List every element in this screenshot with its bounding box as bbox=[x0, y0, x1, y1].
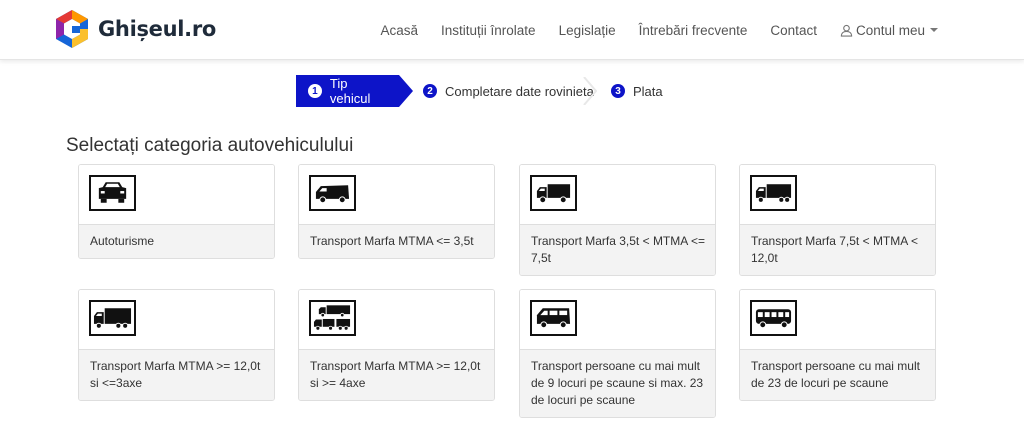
page-title: Selectați categoria autovehiculului bbox=[66, 135, 354, 156]
heavy-truck-icon bbox=[89, 300, 136, 336]
card-icon-area bbox=[740, 290, 935, 350]
step-completare-date: 2 Completare date rovinieta bbox=[399, 75, 603, 107]
category-label: Transport Marfa 7,5t < MTMA < 12,0t bbox=[740, 225, 935, 275]
nav-link-contact[interactable]: Contact bbox=[770, 23, 817, 38]
truck-trailer-icon bbox=[309, 300, 356, 336]
category-label: Transport Marfa MTMA <= 3,5t bbox=[299, 225, 494, 258]
card-icon-area bbox=[79, 290, 274, 350]
account-menu-dropdown[interactable]: Contul meu bbox=[840, 23, 938, 38]
category-label: Transport persoane cu mai mult de 23 de … bbox=[740, 350, 935, 400]
top-navbar: Ghișeul.ro Acasă Instituții înrolate Leg… bbox=[0, 0, 1024, 60]
card-icon-area bbox=[740, 165, 935, 225]
step-number: 1 bbox=[308, 84, 322, 98]
progress-stepper: 1 Tip vehicul 2 Completare date roviniet… bbox=[296, 75, 663, 107]
step-label: Tip vehicul bbox=[329, 76, 371, 106]
nav-link-acasa[interactable]: Acasă bbox=[380, 23, 418, 38]
category-label: Autoturisme bbox=[79, 225, 274, 258]
step-number: 3 bbox=[611, 84, 625, 98]
small-truck-icon bbox=[530, 175, 577, 211]
ghiseul-logo-icon bbox=[56, 10, 88, 48]
caret-down-icon bbox=[930, 28, 938, 32]
nav-link-intrebari[interactable]: Întrebări frecvente bbox=[639, 23, 748, 38]
category-card-autoturisme[interactable]: Autoturisme bbox=[78, 164, 275, 259]
category-card-marfa-3-5-7-5t[interactable]: Transport Marfa 3,5t < MTMA <= 7,5t bbox=[519, 164, 716, 276]
card-icon-area bbox=[520, 290, 715, 350]
user-icon bbox=[840, 24, 853, 37]
brand-logo-link[interactable]: Ghișeul.ro bbox=[54, 9, 216, 49]
category-card-persoane-23plus[interactable]: Transport persoane cu mai mult de 23 de … bbox=[739, 289, 936, 401]
category-card-persoane-9-23[interactable]: Transport persoane cu mai mult de 9 locu… bbox=[519, 289, 716, 418]
nav-link-legislatie[interactable]: Legislație bbox=[559, 23, 616, 38]
minibus-icon bbox=[530, 300, 577, 336]
main-menu: Acasă Instituții înrolate Legislație Înt… bbox=[380, 0, 938, 60]
car-icon bbox=[89, 175, 136, 211]
category-card-marfa-12t-4axe[interactable]: Transport Marfa MTMA >= 12,0t si >= 4axe bbox=[298, 289, 495, 401]
truck-icon bbox=[750, 175, 797, 211]
van-icon bbox=[309, 175, 356, 211]
step-tip-vehicul: 1 Tip vehicul bbox=[296, 75, 413, 107]
card-icon-area bbox=[299, 290, 494, 350]
category-card-marfa-7-5-12t[interactable]: Transport Marfa 7,5t < MTMA < 12,0t bbox=[739, 164, 936, 276]
brand-name: Ghișeul.ro bbox=[98, 17, 217, 41]
nav-link-institutii[interactable]: Instituții înrolate bbox=[441, 23, 536, 38]
category-card-marfa-3-5t[interactable]: Transport Marfa MTMA <= 3,5t bbox=[298, 164, 495, 259]
card-icon-area bbox=[299, 165, 494, 225]
category-label: Transport Marfa MTMA >= 12,0t si >= 4axe bbox=[299, 350, 494, 400]
step-label: Plata bbox=[633, 83, 663, 99]
step-label: Completare date rovinieta bbox=[445, 83, 594, 99]
category-label: Transport Marfa 3,5t < MTMA <= 7,5t bbox=[520, 225, 715, 275]
category-card-marfa-12t-3axe[interactable]: Transport Marfa MTMA >= 12,0t si <=3axe bbox=[78, 289, 275, 401]
bus-icon bbox=[750, 300, 797, 336]
category-label: Transport Marfa MTMA >= 12,0t si <=3axe bbox=[79, 350, 274, 400]
category-label: Transport persoane cu mai mult de 9 locu… bbox=[520, 350, 715, 417]
step-number: 2 bbox=[423, 84, 437, 98]
card-icon-area bbox=[79, 165, 274, 225]
account-label: Contul meu bbox=[855, 22, 925, 38]
step-plata: 3 Plata bbox=[603, 75, 663, 107]
card-icon-area bbox=[520, 165, 715, 225]
step-separator-icon bbox=[583, 77, 597, 105]
